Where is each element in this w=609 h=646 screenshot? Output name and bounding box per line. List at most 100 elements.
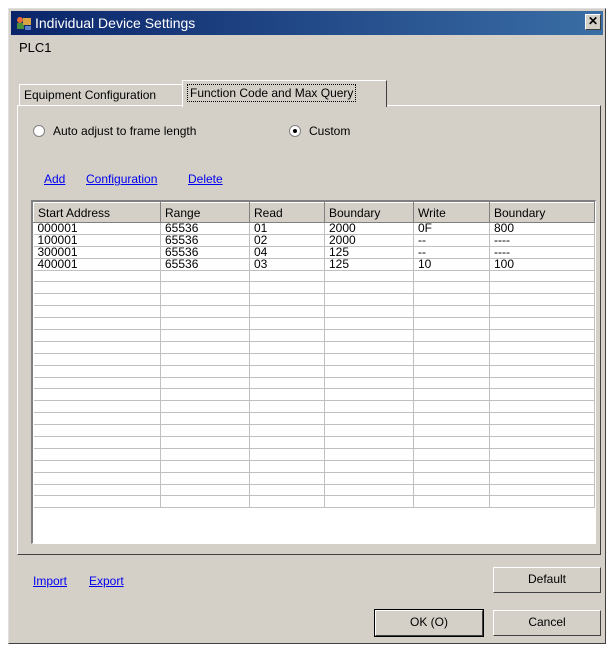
export-link[interactable]: Export [89, 574, 124, 588]
table-row[interactable] [33, 388, 595, 402]
column-header-start-address[interactable]: Start Address [33, 202, 161, 223]
table-row[interactable] [33, 270, 595, 283]
auto-adjust-radio[interactable]: Auto adjust to frame length [33, 124, 196, 138]
table-cell [489, 305, 595, 319]
table-cell [33, 400, 161, 414]
table-cell [489, 436, 595, 449]
tab-label: Function Code and Max Query [187, 84, 357, 102]
default-button[interactable]: Default [493, 567, 601, 593]
table-cell [324, 365, 414, 378]
column-header-read[interactable]: Read [249, 202, 325, 223]
radio-indicator [289, 125, 301, 137]
table-cell [413, 281, 490, 295]
table-cell [33, 495, 161, 509]
table-row[interactable] [33, 317, 595, 331]
table-cell [324, 472, 414, 485]
table-row[interactable] [33, 329, 595, 342]
table-cell [324, 341, 414, 354]
table-cell [33, 293, 161, 307]
table-row[interactable]: 000001 65536 01 2000 0F 800 [33, 222, 595, 235]
table-row[interactable] [33, 365, 595, 378]
table-cell: 02 [249, 234, 325, 247]
tab-equipment-configuration[interactable]: Equipment Configuration [19, 84, 183, 106]
table-cell [160, 472, 250, 485]
table-row[interactable] [33, 472, 595, 485]
table-cell [489, 341, 595, 354]
table-cell [33, 448, 161, 461]
table-row[interactable] [33, 460, 595, 473]
table-row[interactable] [33, 424, 595, 438]
add-link[interactable]: Add [44, 172, 65, 186]
column-header-range[interactable]: Range [160, 202, 250, 223]
table-row[interactable] [33, 281, 595, 295]
table-cell [33, 377, 161, 390]
table-cell: 2000 [324, 234, 414, 247]
column-header-write[interactable]: Write [413, 202, 490, 223]
query-table[interactable]: Start Address Range Read Boundary Write … [31, 200, 596, 544]
tab-label: Equipment Configuration [24, 88, 157, 102]
table-row[interactable] [33, 412, 595, 426]
column-header-write-boundary[interactable]: Boundary [489, 202, 595, 223]
table-cell [249, 341, 325, 354]
table-cell [324, 377, 414, 390]
cancel-button[interactable]: Cancel [493, 610, 601, 636]
table-cell [489, 388, 595, 402]
table-row[interactable] [33, 341, 595, 354]
table-row[interactable] [33, 495, 595, 509]
import-link[interactable]: Import [33, 574, 67, 588]
table-cell: 100 [489, 258, 595, 271]
delete-link[interactable]: Delete [188, 172, 223, 186]
custom-radio[interactable]: Custom [289, 124, 350, 138]
table-row[interactable] [33, 353, 595, 366]
table-cell [413, 270, 490, 283]
table-cell: 400001 [33, 258, 161, 271]
title-bar[interactable]: Individual Device Settings ✕ [11, 11, 603, 35]
table-row[interactable] [33, 293, 595, 307]
configuration-link[interactable]: Configuration [86, 172, 157, 186]
table-cell [160, 329, 250, 342]
table-cell [489, 448, 595, 461]
table-cell [160, 448, 250, 461]
close-button[interactable]: ✕ [585, 14, 601, 30]
table-row[interactable]: 100001 65536 02 2000 -- ---- [33, 234, 595, 247]
table-cell [324, 484, 414, 497]
table-cell: 800 [489, 222, 595, 235]
table-cell [249, 400, 325, 414]
table-cell [33, 412, 161, 426]
table-cell: 04 [249, 246, 325, 259]
table-cell [324, 293, 414, 307]
column-header-read-boundary[interactable]: Boundary [324, 202, 414, 223]
table-cell [249, 281, 325, 295]
table-cell: 0F [413, 222, 490, 235]
table-cell [249, 317, 325, 331]
table-cell [160, 424, 250, 438]
table-row[interactable] [33, 305, 595, 319]
window-title: Individual Device Settings [35, 15, 196, 31]
table-row[interactable] [33, 448, 595, 461]
table-cell [413, 460, 490, 473]
ok-button[interactable]: OK (O) [374, 609, 484, 637]
table-cell [324, 305, 414, 319]
table-row[interactable] [33, 377, 595, 390]
table-cell [33, 329, 161, 342]
table-cell [249, 365, 325, 378]
table-row[interactable]: 400001 65536 03 125 10 100 [33, 258, 595, 271]
table-row[interactable] [33, 484, 595, 497]
table-header-row: Start Address Range Read Boundary Write … [33, 202, 595, 223]
table-cell: 03 [249, 258, 325, 271]
table-cell [160, 317, 250, 331]
table-row[interactable] [33, 400, 595, 414]
table-cell: 125 [324, 246, 414, 259]
tab-function-code-max-query[interactable]: Function Code and Max Query [182, 80, 387, 107]
table-cell: 65536 [160, 222, 250, 235]
table-cell [160, 412, 250, 426]
table-row[interactable] [33, 436, 595, 449]
table-cell: 2000 [324, 222, 414, 235]
table-cell [160, 270, 250, 283]
table-cell [249, 270, 325, 283]
table-cell: 300001 [33, 246, 161, 259]
table-row[interactable]: 300001 65536 04 125 -- ---- [33, 246, 595, 259]
table-cell: 01 [249, 222, 325, 235]
table-cell [33, 305, 161, 319]
table-cell [160, 341, 250, 354]
